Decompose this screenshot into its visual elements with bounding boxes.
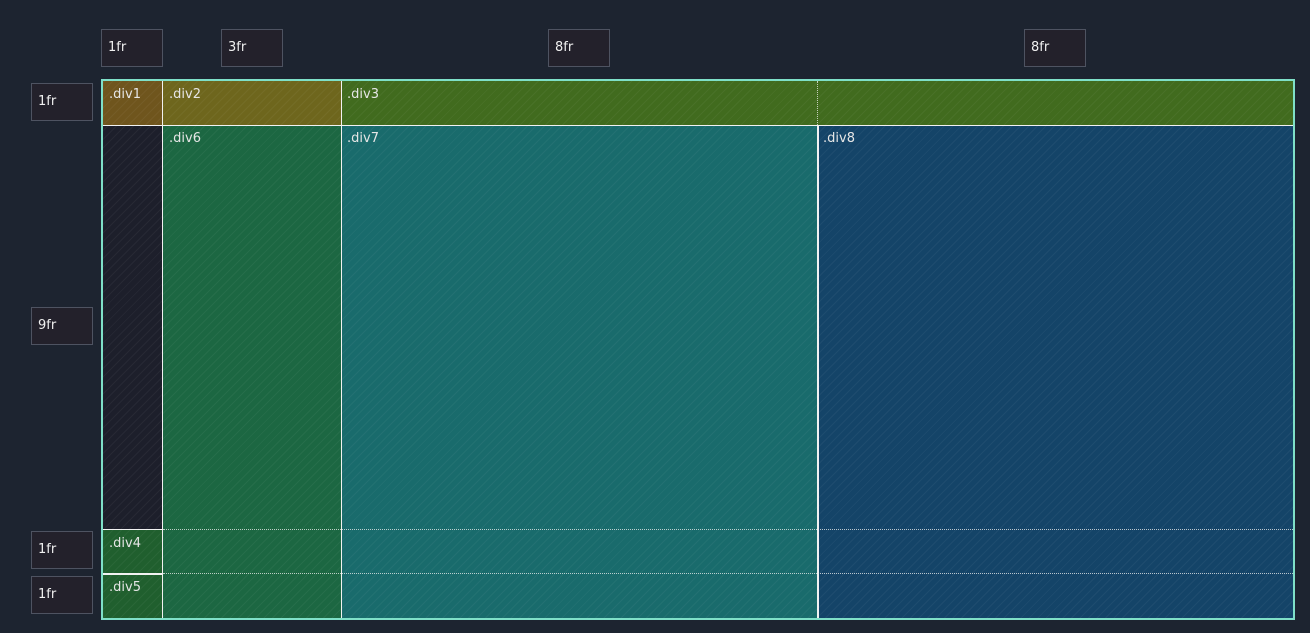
area-label-div1: .div1 <box>109 87 141 102</box>
area-label-div4: .div4 <box>109 536 141 551</box>
grid-line-dotted <box>163 573 1293 574</box>
area-label-div5: .div5 <box>109 580 141 595</box>
area-label-div6: .div6 <box>169 131 201 146</box>
row-track-label-3: 1fr <box>31 531 93 569</box>
area-border <box>341 81 342 618</box>
grid-line-dotted <box>817 81 818 125</box>
grid-area-div8[interactable]: .div8 <box>817 125 1293 618</box>
grid-area-div6[interactable]: .div6 <box>163 125 341 618</box>
column-track-label-3: 8fr <box>548 29 610 67</box>
column-track-label-2: 3fr <box>221 29 283 67</box>
area-border <box>103 125 1293 126</box>
grid-area-div5[interactable]: .div5 <box>103 574 163 618</box>
column-track-label-4: 8fr <box>1024 29 1086 67</box>
area-label-div8: .div8 <box>823 131 855 146</box>
area-border <box>103 573 163 575</box>
grid-container: .div1 .div2 .div3 .div4 .div5 .div6 .div… <box>101 79 1295 620</box>
area-border <box>162 81 163 618</box>
area-border <box>103 529 163 530</box>
area-label-div7: .div7 <box>347 131 379 146</box>
grid-area-div7[interactable]: .div7 <box>341 125 817 618</box>
grid-area-div1[interactable]: .div1 <box>103 81 163 125</box>
area-label-div3: .div3 <box>347 87 379 102</box>
grid-area-div2[interactable]: .div2 <box>163 81 341 125</box>
row-track-label-4: 1fr <box>31 576 93 614</box>
grid-line-dotted <box>163 529 1293 530</box>
row-track-label-2: 9fr <box>31 307 93 345</box>
area-border <box>817 125 819 618</box>
column-track-label-1: 1fr <box>101 29 163 67</box>
area-label-div2: .div2 <box>169 87 201 102</box>
grid-empty-cell <box>103 125 163 530</box>
row-track-label-1: 1fr <box>31 83 93 121</box>
grid-area-div4[interactable]: .div4 <box>103 530 163 574</box>
